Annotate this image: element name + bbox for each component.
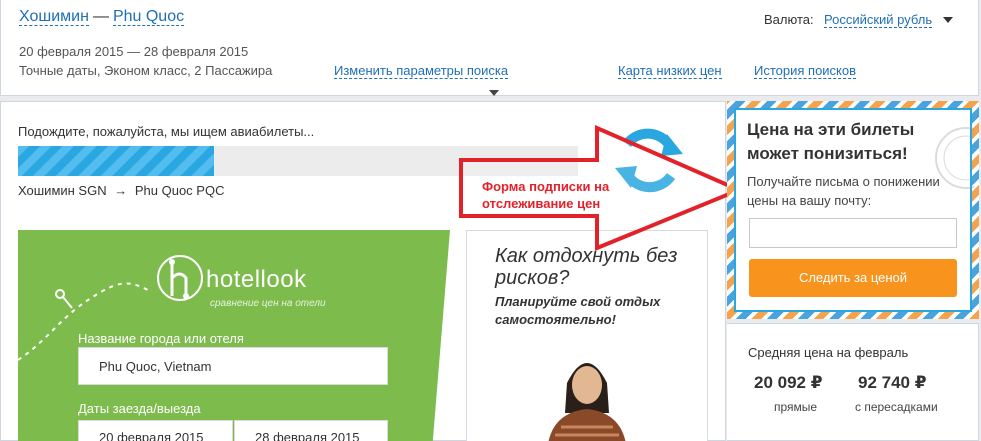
flight-route: Хошимин SGN → Phu Quoc PQC (18, 183, 224, 198)
city-input-value: Phu Quoc, Vietnam (99, 359, 212, 374)
city-label: Название города или отеля (78, 331, 244, 346)
average-price-panel: Средняя цена на февраль 20 092 ₽ 92 740 … (727, 323, 979, 441)
checkin-input[interactable]: 20 февраля 2015 (78, 420, 233, 441)
woman-photo-icon (548, 363, 626, 441)
chevron-down-icon[interactable] (489, 90, 499, 96)
change-search-link[interactable]: Изменить параметры поиска (334, 63, 509, 79)
checkout-value: 28 февраля 2015 (255, 430, 360, 441)
progress-fill (18, 146, 214, 176)
transfer-label: с пересадками (855, 400, 938, 414)
price-subscribe-panel: Цена на эти билеты может понизиться! Пол… (727, 101, 979, 319)
search-params: Точные даты, Эконом класс, 2 Пассажира (19, 63, 273, 78)
currency-select[interactable]: Российский рубль (824, 12, 933, 28)
travel-ad[interactable]: Как отдохнуть без рисков? Планируйте сво… (466, 230, 708, 441)
search-history-link[interactable]: История поисков (754, 63, 857, 79)
direct-label: прямые (774, 400, 818, 414)
hotellook-ad[interactable]: hotellook сравнение цен на отели Названи… (18, 230, 450, 441)
route-title: Хошимин — Phu Quoc (19, 8, 185, 26)
annotation-text: Форма подписки на отслеживание цен (482, 179, 610, 211)
low-price-map-link[interactable]: Карта низких цен (618, 63, 722, 79)
checkout-input[interactable]: 28 февраля 2015 (234, 420, 388, 441)
currency-label: Валюта: (764, 12, 814, 27)
subscribe-card: Цена на эти билеты может понизиться! Пол… (734, 108, 974, 312)
page: Хошимин — Phu Quoc 20 февраля 2015 — 28 фе… (0, 0, 981, 441)
city-input[interactable]: Phu Quoc, Vietnam (78, 347, 388, 385)
route-arrow-icon: → (114, 183, 128, 198)
subscribe-title: Цена на эти билеты может понизиться! (747, 120, 915, 163)
travel-ad-subtitle: Планируйте свой отдых самостоятельно! (495, 294, 661, 327)
loading-text: Подождите, пожалуйста, мы ищем авиабилет… (18, 124, 315, 139)
dates-label: Даты заезда/выезда (78, 401, 201, 416)
route-separator: — (92, 8, 109, 25)
email-input[interactable] (749, 218, 957, 248)
origin-link[interactable]: Хошимин (19, 8, 89, 26)
track-price-button[interactable]: Следить за ценой (749, 259, 957, 297)
hotellook-tagline: сравнение цен на отели (210, 298, 326, 309)
checkin-value: 20 февраля 2015 (99, 430, 204, 441)
transfer-price[interactable]: 92 740 ₽ (858, 373, 927, 393)
direct-price[interactable]: 20 092 ₽ (754, 373, 823, 393)
subscribe-text: Получайте письма о понижении цены на ваш… (747, 174, 940, 208)
search-dates: 20 февраля 2015 — 28 февраля 2015 (19, 44, 249, 59)
average-price-title: Средняя цена на февраль (748, 345, 909, 360)
caret-down-icon[interactable] (943, 17, 953, 23)
route-from: Хошимин SGN (18, 183, 107, 198)
search-header: Хошимин — Phu Quoc 20 февраля 2015 — 28 фе… (0, 0, 979, 96)
route-to: Phu Quoc PQC (134, 183, 225, 198)
hotellook-brand: hotellook (206, 266, 307, 293)
destination-link[interactable]: Phu Quoc (112, 8, 185, 26)
